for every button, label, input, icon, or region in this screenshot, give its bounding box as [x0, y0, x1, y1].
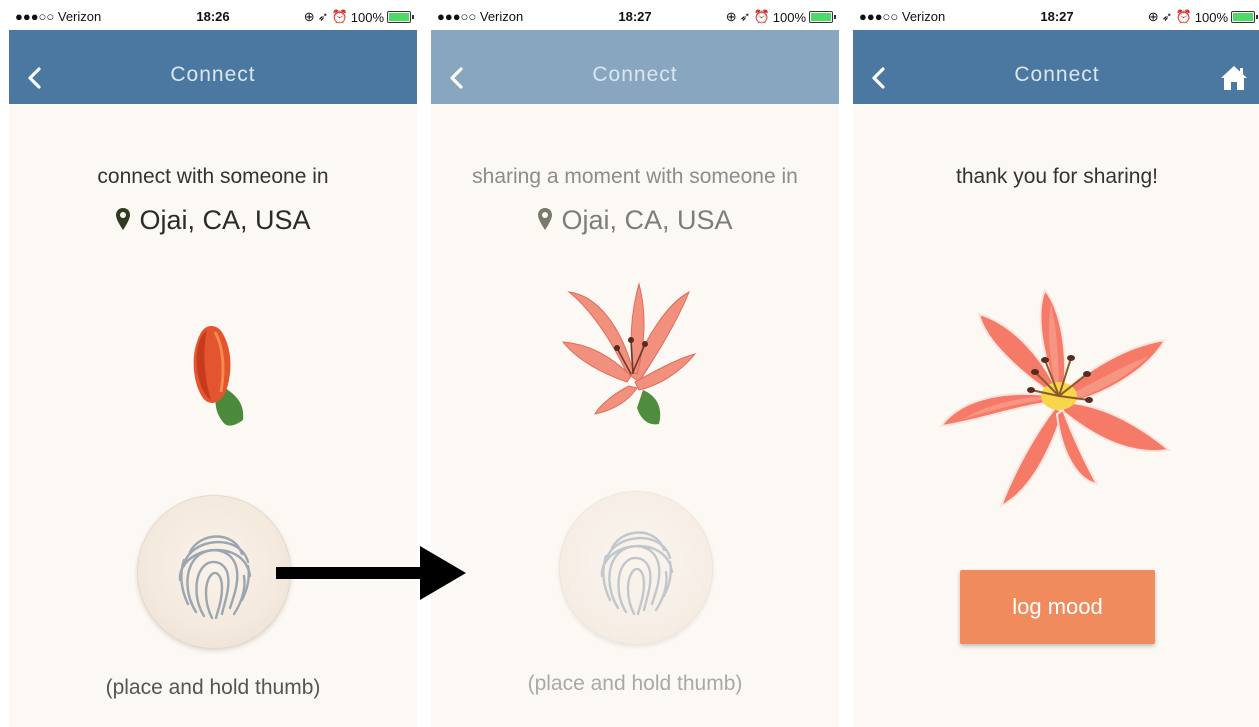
status-icons: ⊕ ➶ ⏰ 100% — [1147, 9, 1258, 25]
thank-you-message: thank you for sharing! — [956, 165, 1158, 188]
screen-connect: ●●●○○ Verizon 18:26 ⊕ ➶ ⏰ 100% Connect c… — [9, 0, 417, 727]
status-icons: ⊕ ➶ ⏰ 100% — [725, 9, 836, 25]
navbar: Connect — [9, 30, 417, 104]
rotation-lock-icon: ⊕ — [725, 9, 737, 24]
fingerprint-icon — [600, 531, 674, 616]
location-icon: ➶ — [1161, 9, 1173, 24]
alarm-icon: ⏰ — [1175, 9, 1192, 24]
battery-icon — [387, 11, 414, 23]
nav-title: Connect — [592, 63, 678, 86]
battery-percent: 100% — [350, 9, 384, 25]
map-pin-icon — [538, 208, 553, 230]
fingerprint-button[interactable] — [560, 492, 712, 644]
open-lily-image — [939, 288, 1172, 509]
status-bar: ●●●○○ Verizon 18:27 ⊕ ➶ ⏰ 100% — [431, 0, 839, 30]
alarm-icon: ⏰ — [331, 9, 348, 24]
rotation-lock-icon: ⊕ — [303, 9, 315, 24]
location-label: Ojai, CA, USA — [431, 205, 839, 236]
screen-sharing: ●●●○○ Verizon 18:27 ⊕ ➶ ⏰ 100% Connect s… — [431, 0, 839, 727]
sharing-prompt: sharing a moment with someone in — [472, 165, 798, 188]
status-icons: ⊕ ➶ ⏰ 100% — [303, 9, 414, 25]
battery-percent: 100% — [1194, 9, 1228, 25]
transition-arrow — [276, 546, 466, 600]
blooming-lily-image — [561, 282, 697, 425]
map-pin-icon — [116, 208, 131, 230]
fingerprint-button[interactable] — [138, 496, 290, 648]
nav-title: Connect — [1014, 63, 1100, 86]
battery-icon — [1231, 11, 1258, 23]
nav-title: Connect — [170, 63, 256, 86]
location-text: Ojai, CA, USA — [561, 205, 733, 235]
alarm-icon: ⏰ — [753, 9, 770, 24]
rotation-lock-icon: ⊕ — [1147, 9, 1159, 24]
screen-thank-you: ●●●○○ Verizon 18:27 ⊕ ➶ ⏰ 100% Connect t… — [853, 0, 1259, 727]
home-icon[interactable] — [1219, 64, 1249, 92]
log-mood-button[interactable]: log mood — [960, 570, 1155, 644]
thumb-hint: (place and hold thumb) — [105, 676, 321, 699]
location-icon: ➶ — [317, 9, 329, 24]
navbar: Connect — [853, 30, 1259, 104]
thumb-hint: (place and hold thumb) — [527, 672, 743, 695]
tulip-bud-image — [193, 326, 244, 426]
location-label: Ojai, CA, USA — [9, 205, 417, 236]
location-icon: ➶ — [739, 9, 751, 24]
location-text: Ojai, CA, USA — [139, 205, 311, 235]
status-bar: ●●●○○ Verizon 18:27 ⊕ ➶ ⏰ 100% — [853, 0, 1259, 30]
battery-icon — [809, 11, 836, 23]
status-bar: ●●●○○ Verizon 18:26 ⊕ ➶ ⏰ 100% — [9, 0, 417, 30]
battery-percent: 100% — [772, 9, 806, 25]
connect-prompt: connect with someone in — [97, 165, 329, 188]
navbar: Connect — [431, 30, 839, 104]
fingerprint-icon — [178, 535, 252, 620]
